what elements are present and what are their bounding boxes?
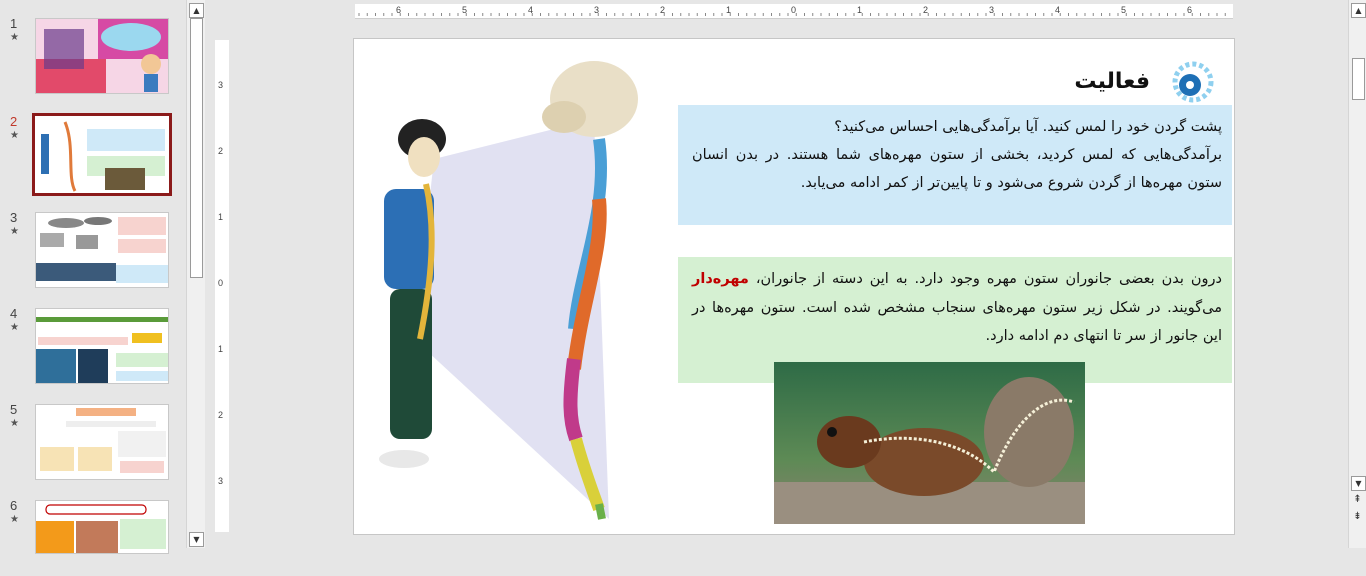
slide-2-preview-image [35, 116, 169, 193]
scroll-down-button[interactable]: ▼ [189, 532, 204, 547]
slide-preview [35, 18, 169, 94]
slide-thumbnail-4[interactable]: 4 ★ [0, 304, 186, 384]
slide-number: 5 [10, 402, 18, 417]
ruler-label: 2 [218, 410, 224, 420]
editor-scrollbar[interactable]: ▲ ▼ ⇞ ⇟ [1348, 0, 1366, 548]
gear-icon [1172, 61, 1214, 103]
animation-star-icon: ★ [10, 514, 19, 525]
activity-text-box[interactable]: پشت گردن خود را لمس کنید. آیا برآمدگی‌ها… [678, 105, 1232, 225]
ruler-label: 1 [218, 212, 224, 222]
slide-number: 4 [10, 306, 18, 321]
squirrel-image[interactable] [774, 362, 1085, 524]
slide-3-preview-image [36, 213, 168, 287]
animation-star-icon: ★ [10, 418, 19, 429]
slide-thumbnail-2[interactable]: 2 ★ [0, 112, 186, 196]
slide-thumbnail-pane: 1 ★ 2 ★ 3 ★ 4 ★ 5 ★ 6 ★ [0, 0, 186, 554]
ruler-label: 5 [1121, 5, 1127, 15]
slide-title[interactable]: فعالیت [1074, 69, 1150, 94]
ruler-label: 1 [726, 5, 732, 15]
slide-4-preview-image [36, 309, 168, 383]
animation-star-icon: ★ [10, 130, 19, 141]
slide-number: 6 [10, 498, 18, 513]
slide-number: 3 [10, 210, 18, 225]
previous-slide-icon[interactable]: ⇞ [1351, 493, 1364, 506]
spine-illustration [379, 61, 638, 520]
slide-preview [35, 212, 169, 288]
vertebrate-text-end: می‌گویند. در شکل زیر ستون مهره‌های سنجاب… [692, 299, 1222, 345]
ruler-label: 0 [218, 278, 224, 288]
vertebrate-term: مهره‌دار [692, 271, 749, 287]
horizontal-ruler: 6 5 4 3 2 1 0 1 2 3 4 5 6 [355, 4, 1233, 19]
scroll-down-button[interactable]: ▼ [1351, 476, 1366, 491]
ruler-label: 3 [594, 5, 600, 15]
thumbnail-scrollbar[interactable]: ▲ ▼ [186, 0, 205, 548]
ruler-label: 2 [218, 146, 224, 156]
scrollbar-thumb[interactable] [1352, 58, 1365, 100]
slide-thumbnail-5[interactable]: 5 ★ [0, 400, 186, 480]
ruler-label: 6 [1187, 5, 1193, 15]
animation-star-icon: ★ [10, 322, 19, 333]
slide-1-preview-image [36, 19, 168, 93]
next-slide-icon[interactable]: ⇟ [1351, 510, 1364, 523]
scroll-up-button[interactable]: ▲ [189, 3, 204, 18]
slide-thumbnail-6[interactable]: 6 ★ [0, 496, 186, 576]
question-text: پشت گردن خود را لمس کنید. آیا برآمدگی‌ها… [834, 119, 1222, 135]
slide-preview [35, 404, 169, 480]
slide-canvas[interactable]: فعالیت پشت گردن خود را لمس کنید. آیا برآ… [353, 38, 1235, 535]
scroll-up-button[interactable]: ▲ [1351, 3, 1366, 18]
slide-thumbnail-3[interactable]: 3 ★ [0, 208, 186, 288]
ruler-label: 3 [218, 476, 224, 486]
slide-thumbnail-1[interactable]: 1 ★ [0, 14, 186, 94]
ruler-label: 5 [462, 5, 468, 15]
slide-editor: 6 5 4 3 2 1 0 1 2 3 4 5 6 3 2 1 0 1 2 3 [205, 0, 1348, 548]
ruler-label: 1 [857, 5, 863, 15]
vertical-ruler: 3 2 1 0 1 2 3 [215, 40, 229, 532]
slide-preview-selected [32, 113, 172, 196]
ruler-label: 0 [791, 5, 797, 15]
slide-5-preview-image [36, 405, 168, 479]
ruler-label: 2 [660, 5, 666, 15]
ruler-label: 4 [1055, 5, 1061, 15]
slide-number: 2 [10, 114, 18, 129]
slide-preview [35, 500, 169, 554]
animation-star-icon: ★ [10, 32, 19, 43]
ruler-label: 6 [396, 5, 402, 15]
slide-6-preview-image [36, 501, 168, 553]
slide-number: 1 [10, 16, 18, 31]
ruler-label: 2 [923, 5, 929, 15]
slide-preview [35, 308, 169, 384]
ruler-label: 3 [218, 80, 224, 90]
ruler-label: 1 [218, 344, 224, 354]
vertebrate-text-start: درون بدن بعضی جانوران ستون مهره وجود دار… [748, 271, 1222, 287]
ruler-label: 4 [528, 5, 534, 15]
explanation-text: برآمدگی‌هایی که لمس کردید، بخشی از ستون … [692, 147, 1222, 191]
scrollbar-thumb[interactable] [190, 18, 203, 278]
animation-star-icon: ★ [10, 226, 19, 237]
ruler-label: 3 [989, 5, 995, 15]
